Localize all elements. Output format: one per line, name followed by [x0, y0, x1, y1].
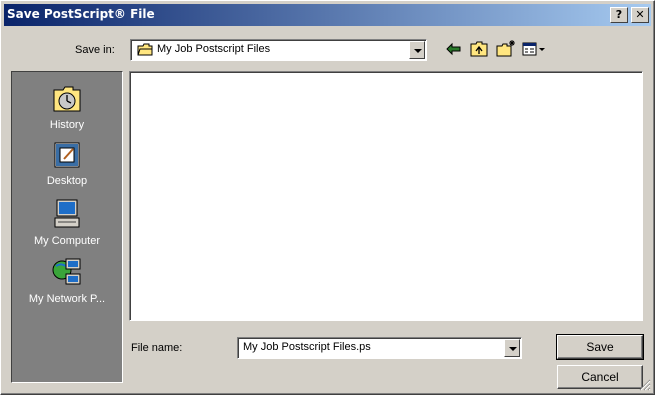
- help-button[interactable]: ?: [610, 7, 628, 23]
- cancel-button[interactable]: Cancel: [557, 365, 643, 389]
- file-list[interactable]: [129, 71, 643, 321]
- file-name-label: File name:: [131, 342, 183, 354]
- view-menu-button[interactable]: [521, 39, 551, 59]
- file-name-dropdown-button[interactable]: [504, 339, 520, 357]
- network-places-icon: [52, 258, 81, 285]
- window-title: Save PostScript® File: [7, 7, 155, 21]
- up-folder-button[interactable]: [469, 39, 491, 59]
- folder-icon: [137, 43, 153, 56]
- history-icon: [53, 86, 81, 112]
- desktop-icon: [54, 142, 80, 168]
- save-button[interactable]: Save: [556, 334, 644, 360]
- resize-grip-icon[interactable]: [638, 378, 651, 391]
- title-bar[interactable]: Save PostScript® File ? ✕: [4, 4, 651, 26]
- up-folder-icon: [470, 41, 488, 57]
- back-button[interactable]: [443, 39, 465, 59]
- places-desktop-label: Desktop: [46, 175, 88, 187]
- places-network[interactable]: My Network P...: [12, 256, 122, 305]
- new-folder-button[interactable]: [495, 39, 517, 59]
- save-dialog: Save PostScript® File ? ✕ Save in: My Jo…: [0, 0, 655, 395]
- places-desktop[interactable]: Desktop: [12, 140, 122, 187]
- places-my-computer-label: My Computer: [33, 235, 101, 247]
- back-arrow-icon: [446, 42, 461, 56]
- view-menu-icon: [522, 42, 545, 56]
- places-bar: History Desktop My Computer My Network P…: [11, 71, 123, 383]
- save-in-dropdown[interactable]: My Job Postscript Files: [130, 39, 427, 61]
- my-computer-icon: [54, 199, 80, 228]
- places-history[interactable]: History: [12, 84, 122, 131]
- places-network-label: My Network P...: [28, 293, 106, 305]
- close-button[interactable]: ✕: [631, 7, 649, 23]
- file-name-field[interactable]: My Job Postscript Files.ps: [237, 337, 522, 359]
- chevron-down-icon: [414, 49, 422, 53]
- save-in-label: Save in:: [75, 44, 115, 56]
- save-in-dropdown-button[interactable]: [409, 41, 425, 59]
- places-my-computer[interactable]: My Computer: [12, 198, 122, 247]
- new-folder-icon: [496, 40, 515, 57]
- file-name-value[interactable]: My Job Postscript Files.ps: [243, 341, 371, 353]
- places-history-label: History: [49, 119, 85, 131]
- chevron-down-icon: [509, 347, 517, 351]
- save-in-value: My Job Postscript Files: [157, 43, 271, 55]
